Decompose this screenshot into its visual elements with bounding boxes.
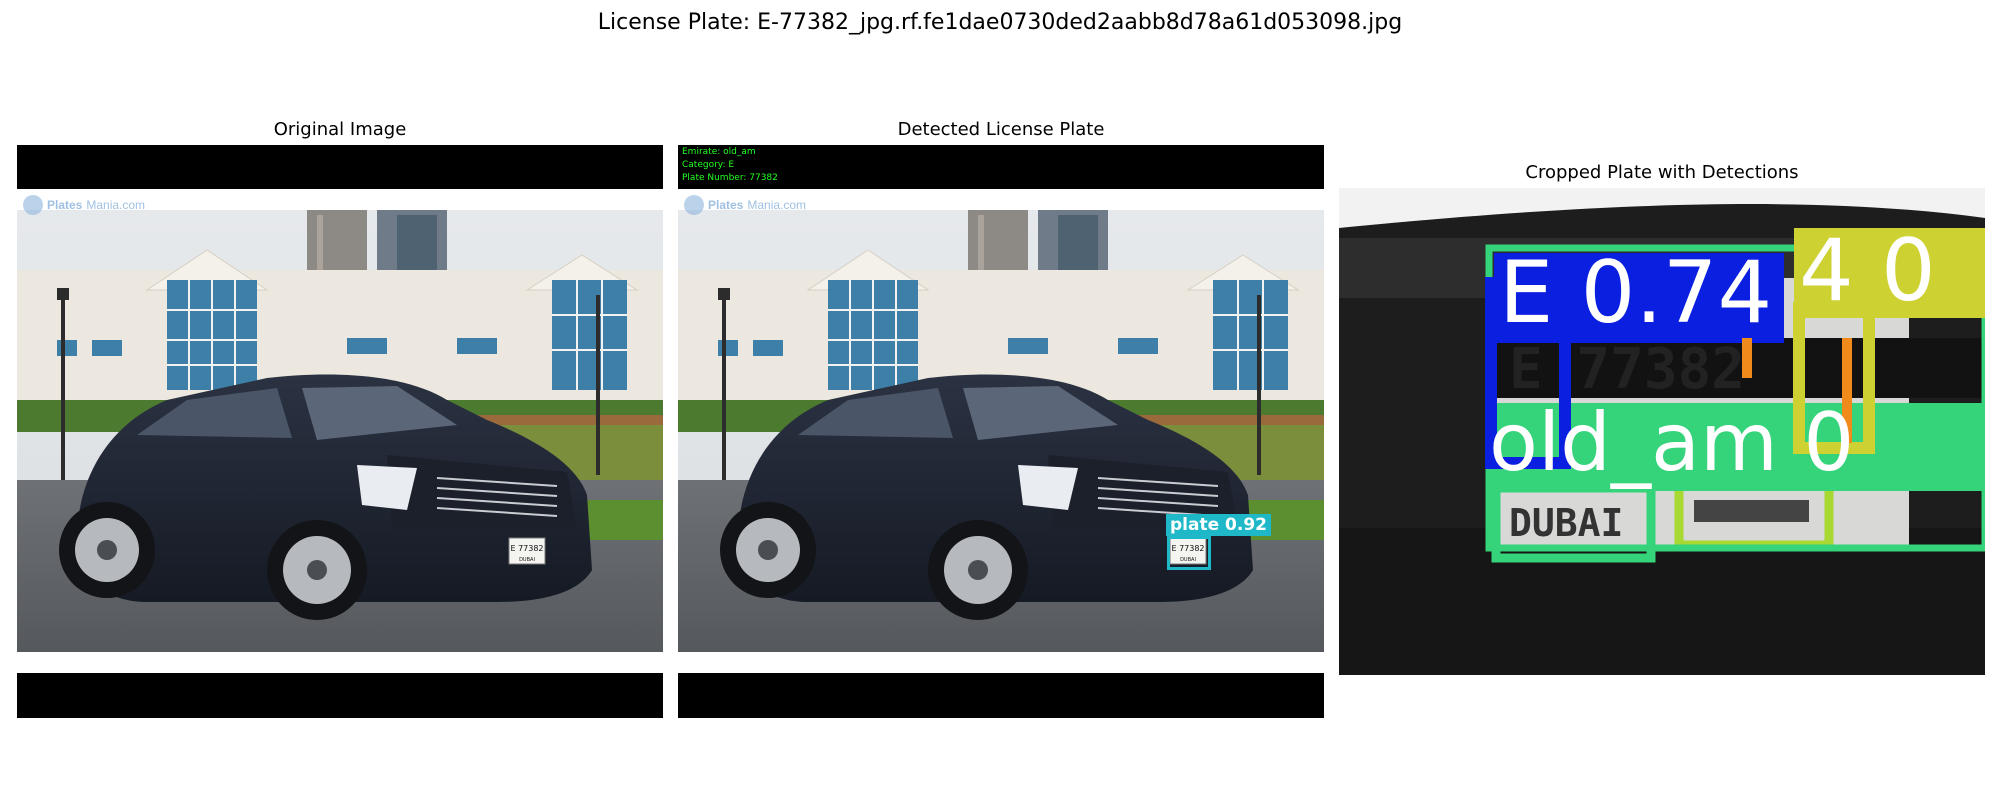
watermark-site: Mania.com: [747, 198, 807, 212]
camera-logo-icon: [23, 195, 43, 215]
original-panel-title: Original Image: [273, 119, 407, 140]
car-scene: E 77382 DUBAI: [17, 210, 663, 652]
cropped-plate-panel: E 77382 DUBAI E 0.74 4 0 old_am 0: [1339, 188, 1985, 675]
plate-city-text: DUBAI: [519, 557, 535, 563]
plate-detection-box: [1167, 536, 1211, 570]
camera-logo-icon: [684, 195, 704, 215]
detected-image-panel: Emirate: old_am Category: E Plate Number…: [678, 145, 1324, 718]
detected-panel-title: Detected License Plate: [897, 119, 1105, 140]
plate-characters: E 77382: [1509, 337, 1745, 402]
original-image-panel: E 77382 DUBAI Plates Mania.com: [17, 145, 663, 718]
info-black-bar: Emirate: old_am Category: E Plate Number…: [678, 145, 1324, 189]
figure: License Plate: E-77382_jpg.rf.fe1dae0730…: [0, 0, 2000, 800]
emirate-info: Emirate: old_am: [682, 147, 756, 157]
plate-city: DUBAI: [1509, 501, 1623, 545]
plate-number-text: E 77382: [510, 544, 543, 553]
bottom-black-bar: [678, 673, 1324, 718]
car-scene-detected: E 77382 DUBAI: [678, 210, 1324, 652]
emirate-detection-label: old_am 0: [1489, 396, 1855, 489]
watermark-brand: Plates: [47, 198, 83, 212]
category-info: Category: E: [682, 160, 735, 170]
watermark-brand: Plates: [708, 198, 744, 212]
car-photo-detected: E 77382 DUBAI: [678, 210, 1324, 652]
figure-title: License Plate: E-77382_jpg.rf.fe1dae0730…: [597, 10, 1403, 35]
top-black-bar: [17, 145, 663, 189]
watermark: Plates Mania.com: [23, 195, 145, 215]
car-photo: E 77382 DUBAI: [17, 210, 663, 652]
digit-detection-label: 4 0: [1799, 221, 1936, 321]
bottom-black-bar: [17, 673, 663, 718]
watermark: Plates Mania.com: [684, 195, 806, 215]
plate-detection-label: plate 0.92: [1166, 514, 1271, 536]
watermark-site: Mania.com: [86, 198, 146, 212]
category-detection-label: E 0.74: [1499, 243, 1773, 343]
cropped-panel-title: Cropped Plate with Detections: [1525, 162, 1799, 183]
plate-number-info: Plate Number: 77382: [682, 173, 778, 183]
